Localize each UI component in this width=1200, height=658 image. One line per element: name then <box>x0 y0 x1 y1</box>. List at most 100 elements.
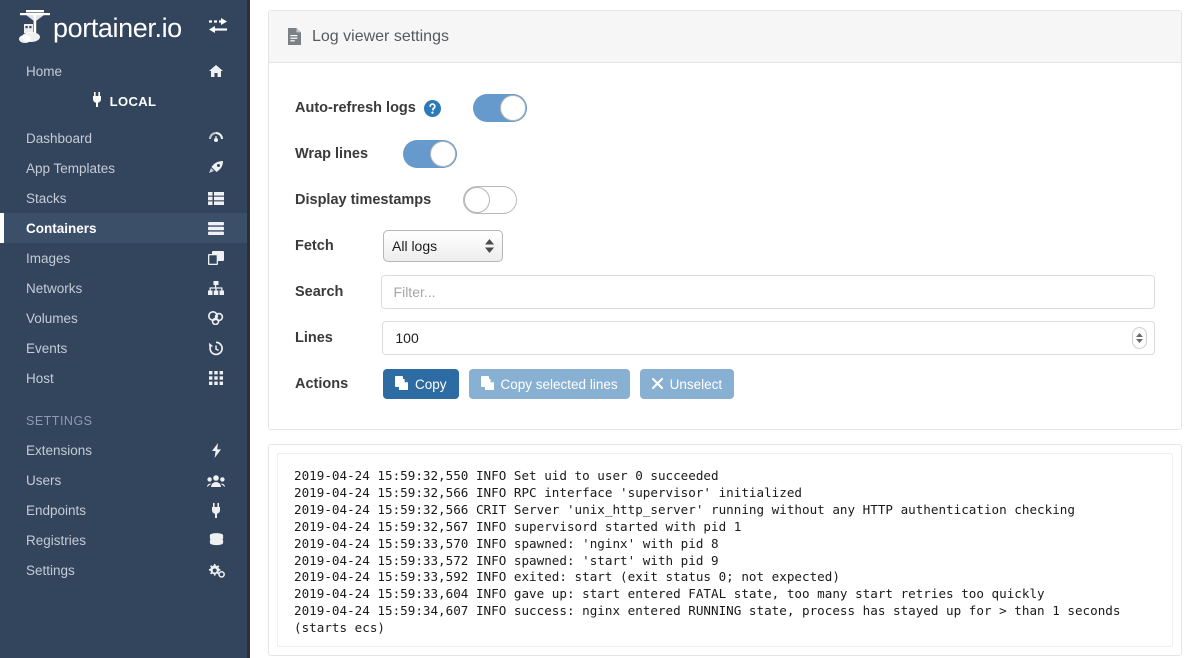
sidebar-item-networks[interactable]: Networks <box>0 273 247 303</box>
display-timestamps-label: Display timestamps <box>295 192 432 208</box>
stacks-icon <box>207 191 225 205</box>
actions-row: Actions Copy Copy selected lines Unselec… <box>295 361 1155 407</box>
sidebar-item-extensions[interactable]: Extensions <box>0 435 247 465</box>
main-content: Log viewer settings Auto-refresh logs Wr… <box>250 0 1200 658</box>
lines-input[interactable]: 100 <box>382 321 1155 355</box>
log-line[interactable]: 2019-04-24 15:59:33,604 INFO gave up: st… <box>294 586 1156 603</box>
sidebar-section-settings-title: SETTINGS <box>26 414 93 428</box>
gears-icon <box>207 563 225 578</box>
sidebar-item-label: Containers <box>26 220 97 236</box>
display-timestamps-toggle[interactable] <box>463 186 517 214</box>
auto-refresh-row: Auto-refresh logs <box>295 85 1155 131</box>
copy-selected-lines-button[interactable]: Copy selected lines <box>468 369 630 399</box>
dashboard-icon <box>207 131 225 145</box>
grid-icon <box>207 371 225 385</box>
lines-label: Lines <box>295 330 333 346</box>
brand[interactable]: portainer.io <box>0 0 247 56</box>
rocket-icon <box>207 160 225 176</box>
log-line[interactable]: 2019-04-24 15:59:32,567 INFO supervisord… <box>294 519 1156 536</box>
users-icon <box>207 474 225 487</box>
panel-body: Auto-refresh logs Wrap lines Display tim… <box>269 63 1181 429</box>
auto-refresh-label: Auto-refresh logs <box>295 100 416 116</box>
fetch-select-value: All logs <box>392 238 438 254</box>
lines-input-value: 100 <box>395 330 419 346</box>
sidebar-item-settings[interactable]: Settings <box>0 555 247 585</box>
toggle-knob <box>430 141 456 167</box>
bolt-icon <box>207 442 225 458</box>
log-line[interactable]: 2019-04-24 15:59:33,570 INFO spawned: 'n… <box>294 536 1156 553</box>
copy-icon <box>480 375 494 393</box>
sidebar-item-endpoints[interactable]: Endpoints <box>0 495 247 525</box>
local-endpoint-badge[interactable]: LOCAL <box>0 86 247 116</box>
times-icon <box>651 377 663 392</box>
wrap-lines-label: Wrap lines <box>295 146 369 162</box>
collapse-arrows-icon[interactable] <box>207 17 229 40</box>
fetch-label: Fetch <box>295 238 334 254</box>
log-line[interactable]: 2019-04-24 15:59:32,566 CRIT Server 'uni… <box>294 502 1156 519</box>
log-line[interactable]: 2019-04-24 15:59:33,592 INFO exited: sta… <box>294 569 1156 586</box>
sidebar-item-stacks[interactable]: Stacks <box>0 183 247 213</box>
log-line[interactable]: 2019-04-24 15:59:33,572 INFO spawned: 's… <box>294 553 1156 570</box>
toggle-knob <box>500 95 526 121</box>
search-input[interactable]: Filter... <box>380 275 1155 309</box>
question-circle-icon[interactable] <box>423 99 441 117</box>
sidebar: portainer.io Home LOCAL Dashboard App Te… <box>0 0 250 658</box>
fetch-row: Fetch All logs <box>295 223 1155 269</box>
plug-icon <box>91 92 103 110</box>
sidebar-item-label: Registries <box>26 532 87 548</box>
panel-header: Log viewer settings <box>269 11 1181 63</box>
sidebar-item-label: App Templates <box>26 160 116 176</box>
log-output-panel[interactable]: 2019-04-24 15:59:32,550 INFO Set uid to … <box>268 444 1182 656</box>
sidebar-item-host[interactable]: Host <box>0 363 247 393</box>
crane-logo-icon <box>18 8 52 48</box>
display-timestamps-row: Display timestamps <box>295 177 1155 223</box>
sidebar-item-registries[interactable]: Registries <box>0 525 247 555</box>
lines-stepper[interactable] <box>1132 327 1147 349</box>
home-icon <box>207 64 225 78</box>
local-badge-label: LOCAL <box>109 93 157 109</box>
sidebar-item-dashboard[interactable]: Dashboard <box>0 123 247 153</box>
copy-button-label: Copy <box>415 376 447 392</box>
sidebar-item-label: Dashboard <box>26 130 93 146</box>
sidebar-item-containers[interactable]: Containers <box>0 213 247 243</box>
sidebar-item-label: Users <box>26 472 62 488</box>
database-icon <box>207 533 225 547</box>
app-root: portainer.io Home LOCAL Dashboard App Te… <box>0 0 1200 658</box>
search-label: Search <box>295 284 344 300</box>
sidebar-item-users[interactable]: Users <box>0 465 247 495</box>
auto-refresh-toggle[interactable] <box>473 94 527 122</box>
images-icon <box>207 251 225 265</box>
sidebar-item-label: Networks <box>26 280 83 296</box>
page-title: Log viewer settings <box>312 27 449 45</box>
brand-text: portainer.io <box>53 12 182 43</box>
unselect-button-label: Unselect <box>669 376 723 392</box>
log-line[interactable]: 2019-04-24 15:59:32,550 INFO Set uid to … <box>294 468 1156 485</box>
sidebar-item-images[interactable]: Images <box>0 243 247 273</box>
sidebar-item-label: Host <box>26 370 54 386</box>
wrap-lines-row: Wrap lines <box>295 131 1155 177</box>
sidebar-item-home[interactable]: Home <box>0 56 247 86</box>
actions-button-group: Copy Copy selected lines Unselect <box>383 369 735 399</box>
plug-icon <box>207 502 225 518</box>
history-icon <box>207 341 225 356</box>
networks-icon <box>207 281 225 295</box>
log-line[interactable]: 2019-04-24 15:59:32,566 INFO RPC interfa… <box>294 485 1156 502</box>
auto-refresh-label-group: Auto-refresh logs <box>295 99 473 117</box>
sidebar-item-events[interactable]: Events <box>0 333 247 363</box>
wrap-lines-toggle[interactable] <box>403 140 457 168</box>
search-row: Search Filter... <box>295 269 1155 315</box>
sidebar-item-label: Extensions <box>26 442 93 458</box>
copy-button[interactable]: Copy <box>383 369 459 399</box>
sidebar-item-label: Home <box>26 63 63 79</box>
fetch-select[interactable]: All logs <box>383 230 503 262</box>
sidebar-item-app-templates[interactable]: App Templates <box>0 153 247 183</box>
sidebar-item-volumes[interactable]: Volumes <box>0 303 247 333</box>
unselect-button[interactable]: Unselect <box>639 369 735 399</box>
select-stepper-arrows-icon <box>485 239 494 253</box>
log-viewer-settings-panel: Log viewer settings Auto-refresh logs Wr… <box>268 10 1182 430</box>
volumes-icon <box>207 311 225 325</box>
copy-selected-lines-button-label: Copy selected lines <box>500 376 618 392</box>
log-line[interactable]: 2019-04-24 15:59:34,607 INFO success: ng… <box>294 603 1156 637</box>
sidebar-item-label: Endpoints <box>26 502 87 518</box>
containers-icon <box>207 221 225 235</box>
